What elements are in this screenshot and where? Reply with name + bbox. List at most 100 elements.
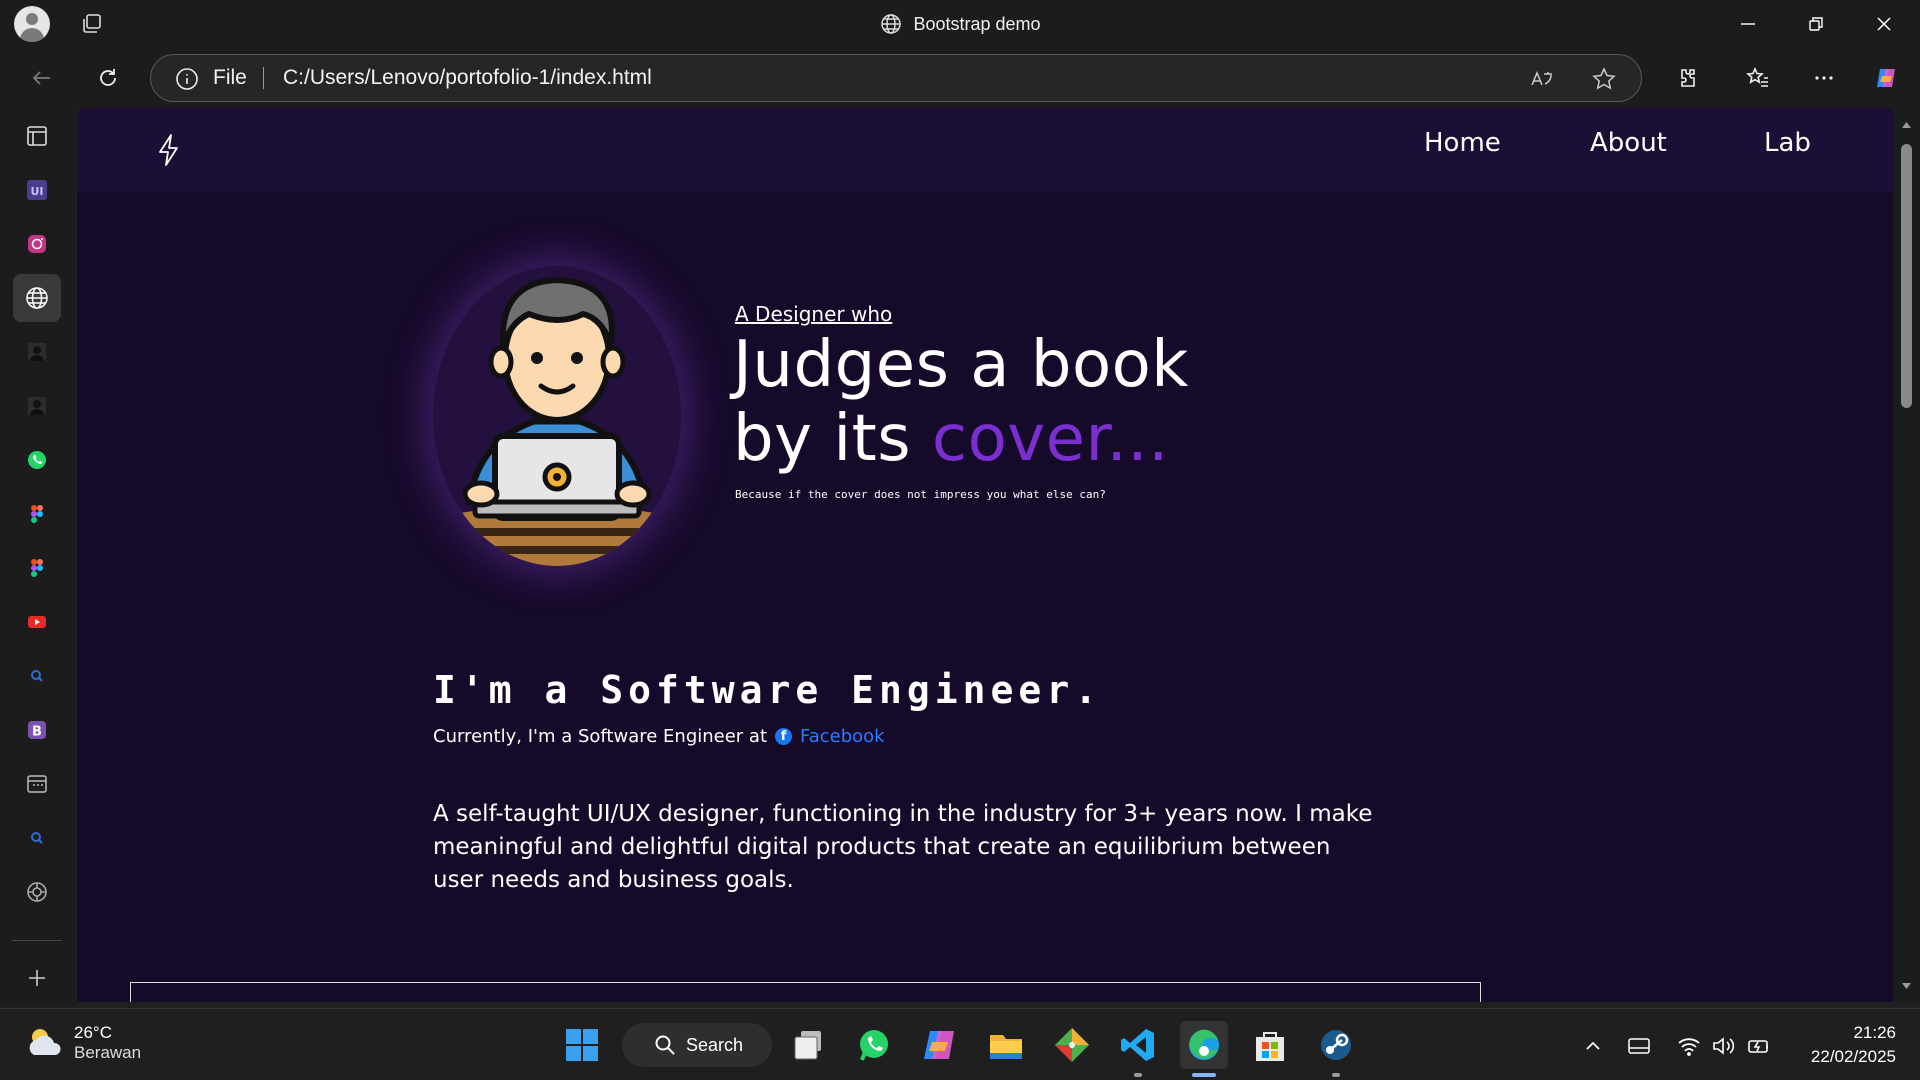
wifi-icon[interactable] xyxy=(1676,1033,1702,1059)
hero-title-line-1: Judges a book xyxy=(733,328,1189,402)
info-icon[interactable] xyxy=(175,67,199,91)
taskbar-task-view[interactable] xyxy=(785,1021,833,1069)
about-heading: I'm a Software Engineer. xyxy=(433,668,1103,712)
minimize-icon xyxy=(1741,23,1755,25)
favorites-button[interactable] xyxy=(1740,60,1776,96)
web-page: Home About Lab A Designer who Judges a b… xyxy=(77,108,1893,1002)
url-text[interactable]: C:/Users/Lenovo/portofolio-1/index.html xyxy=(283,55,652,101)
battery-charging-icon[interactable] xyxy=(1746,1033,1772,1059)
hero-subtitle: A Designer who xyxy=(735,302,893,326)
more-horizontal-icon xyxy=(1815,76,1833,80)
read-aloud-translate-icon[interactable] xyxy=(1529,66,1555,92)
volume-icon[interactable] xyxy=(1710,1033,1736,1059)
start-button[interactable] xyxy=(558,1021,606,1069)
sidebar-tab-profile-1[interactable] xyxy=(13,328,61,376)
sidebar-tab-instagram[interactable] xyxy=(13,220,61,268)
nav-link-lab[interactable]: Lab xyxy=(1764,128,1811,158)
minimize-button[interactable] xyxy=(1714,0,1782,48)
globe-icon xyxy=(26,287,48,309)
chevron-up-icon[interactable] xyxy=(1580,1033,1606,1059)
lightning-logo-icon[interactable] xyxy=(151,132,187,168)
person-icon xyxy=(28,397,46,415)
sidebar-tab-openai[interactable] xyxy=(13,868,61,916)
cloudy-sun-icon xyxy=(29,1029,61,1055)
steam-running-indicator xyxy=(1332,1073,1340,1077)
search-icon xyxy=(31,670,43,682)
scroll-up-arrow-icon[interactable] xyxy=(1900,118,1913,131)
back-button[interactable] xyxy=(24,60,60,96)
sidebar-tab-search-2[interactable] xyxy=(13,814,61,862)
favorite-star-icon[interactable] xyxy=(1591,66,1617,92)
calendar-icon xyxy=(27,775,47,793)
site-navbar: Home About Lab xyxy=(77,108,1893,192)
sidebar-tab-ui[interactable]: UI xyxy=(13,166,61,214)
taskbar-steam[interactable] xyxy=(1312,1021,1360,1069)
instagram-icon xyxy=(28,235,46,253)
hero-tagline: Because if the cover does not impress yo… xyxy=(735,488,1106,501)
clock-time: 21:26 xyxy=(1853,1023,1896,1042)
bootstrap-icon: B xyxy=(28,721,46,740)
taskbar-git[interactable] xyxy=(1048,1021,1096,1069)
sidebar-tab-calendar[interactable] xyxy=(13,760,61,808)
taskbar-copilot[interactable] xyxy=(916,1021,964,1069)
taskbar-edge[interactable] xyxy=(1180,1021,1228,1069)
sidebar-tab-figma-1[interactable] xyxy=(13,490,61,538)
sidebar-tab-youtube[interactable] xyxy=(13,598,61,646)
sidebar-tab-figma-2[interactable] xyxy=(13,544,61,592)
sidebar-tab-bootstrap[interactable]: B xyxy=(13,706,61,754)
about-bio: A self-taught UI/UX designer, functionin… xyxy=(433,801,1373,893)
desktop: Bootstrap demo File C:/Users/Lenovo/port… xyxy=(0,0,1920,1080)
sidebar-add-button[interactable] xyxy=(13,954,61,1002)
edge-active-indicator xyxy=(1192,1073,1216,1077)
browser-title-bar: Bootstrap demo xyxy=(0,0,1920,48)
weather-temperature: 26°C xyxy=(74,1023,112,1042)
sidebar-tab-whatsapp[interactable] xyxy=(13,436,61,484)
task-view-icon xyxy=(794,1031,821,1060)
sidebar-tab-search-1[interactable] xyxy=(13,652,61,700)
hero-avatar-illustration xyxy=(433,266,681,566)
nav-link-home[interactable]: Home xyxy=(1424,128,1501,158)
arrow-left-icon xyxy=(32,71,50,85)
refresh-icon xyxy=(100,69,116,86)
steam-icon xyxy=(1321,1030,1351,1060)
taskbar-vscode[interactable] xyxy=(1114,1021,1162,1069)
hero-title: Judges a book by its cover... xyxy=(733,328,1189,476)
taskbar-whatsapp[interactable] xyxy=(850,1021,898,1069)
hero-title-accent: cover... xyxy=(931,402,1169,476)
clock-date: 22/02/2025 xyxy=(1810,1047,1896,1066)
globe-icon xyxy=(881,14,902,34)
tablet-mode-icon[interactable] xyxy=(1626,1033,1652,1059)
more-menu-button[interactable] xyxy=(1806,60,1842,96)
sidebar-tab-panel[interactable] xyxy=(13,112,61,160)
sidebar-tab-profile-2[interactable] xyxy=(13,382,61,430)
restore-button[interactable] xyxy=(1782,0,1850,48)
profile-avatar[interactable] xyxy=(14,6,50,42)
windows-taskbar: 26°C Berawan Search 21:26 22/02/2025 xyxy=(0,1008,1920,1080)
nav-link-about[interactable]: About xyxy=(1590,128,1667,158)
folder-icon xyxy=(990,1035,1022,1059)
taskbar-file-explorer[interactable] xyxy=(982,1021,1030,1069)
sidebar-divider xyxy=(12,940,62,941)
vscode-running-indicator xyxy=(1134,1073,1142,1077)
taskbar-store[interactable] xyxy=(1246,1021,1294,1069)
address-bar[interactable]: File C:/Users/Lenovo/portofolio-1/index.… xyxy=(150,54,1642,102)
close-button[interactable] xyxy=(1850,0,1918,48)
refresh-button[interactable] xyxy=(90,60,126,96)
scrollbar-thumb[interactable] xyxy=(1901,144,1912,408)
system-clock[interactable]: 21:26 22/02/2025 xyxy=(1811,1021,1896,1069)
scroll-down-arrow-icon[interactable] xyxy=(1900,980,1913,993)
company-link[interactable]: Facebook xyxy=(800,726,885,747)
extensions-button[interactable] xyxy=(1668,60,1704,96)
taskbar-search-button[interactable]: Search xyxy=(622,1023,772,1067)
copilot-button[interactable] xyxy=(1868,60,1904,96)
site-scheme-label[interactable]: File xyxy=(213,55,247,101)
page-scrollbar[interactable] xyxy=(1893,108,1920,1002)
sidebar-tab-current[interactable] xyxy=(13,274,61,322)
designer-illustration-icon xyxy=(443,276,671,566)
whatsapp-icon xyxy=(860,1030,888,1061)
taskbar-search-label: Search xyxy=(686,1034,744,1055)
svg-text:B: B xyxy=(32,725,42,740)
weather-widget[interactable]: 26°C Berawan xyxy=(24,1023,141,1063)
svg-text:UI: UI xyxy=(30,185,43,198)
tab-actions-icon[interactable] xyxy=(80,12,104,36)
